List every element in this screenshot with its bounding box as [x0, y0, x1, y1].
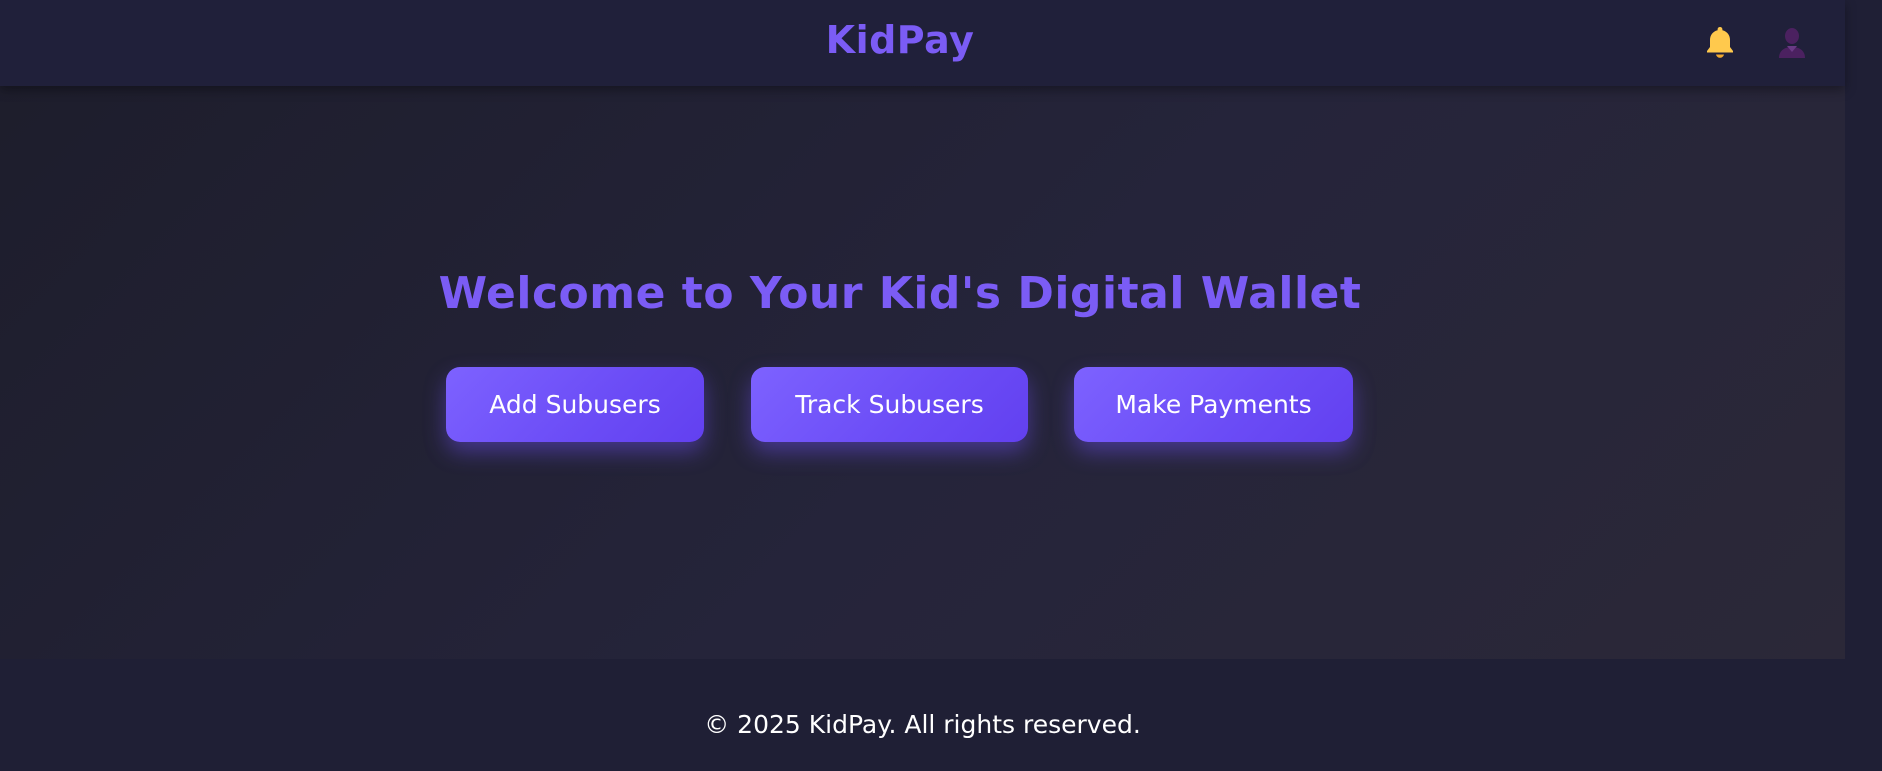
footer: © 2025 KidPay. All rights reserved.	[0, 659, 1882, 771]
user-icon	[1779, 28, 1805, 58]
bell-icon	[1707, 27, 1733, 58]
user-profile-button[interactable]	[1772, 22, 1812, 62]
brand-logo-text[interactable]: KidPay	[0, 18, 1800, 62]
footer-copyright: © 2025 KidPay. All rights reserved.	[704, 710, 1141, 739]
make-payments-button[interactable]: Make Payments	[1074, 367, 1353, 442]
notifications-button[interactable]	[1700, 22, 1740, 62]
hero-title: Welcome to Your Kid's Digital Wallet	[438, 268, 1362, 319]
add-subusers-button[interactable]: Add Subusers	[446, 367, 704, 442]
track-subusers-button[interactable]: Track Subusers	[751, 367, 1028, 442]
main-content: Welcome to Your Kid's Digital Wallet Add…	[0, 0, 1845, 659]
top-header: KidPay	[0, 0, 1845, 86]
